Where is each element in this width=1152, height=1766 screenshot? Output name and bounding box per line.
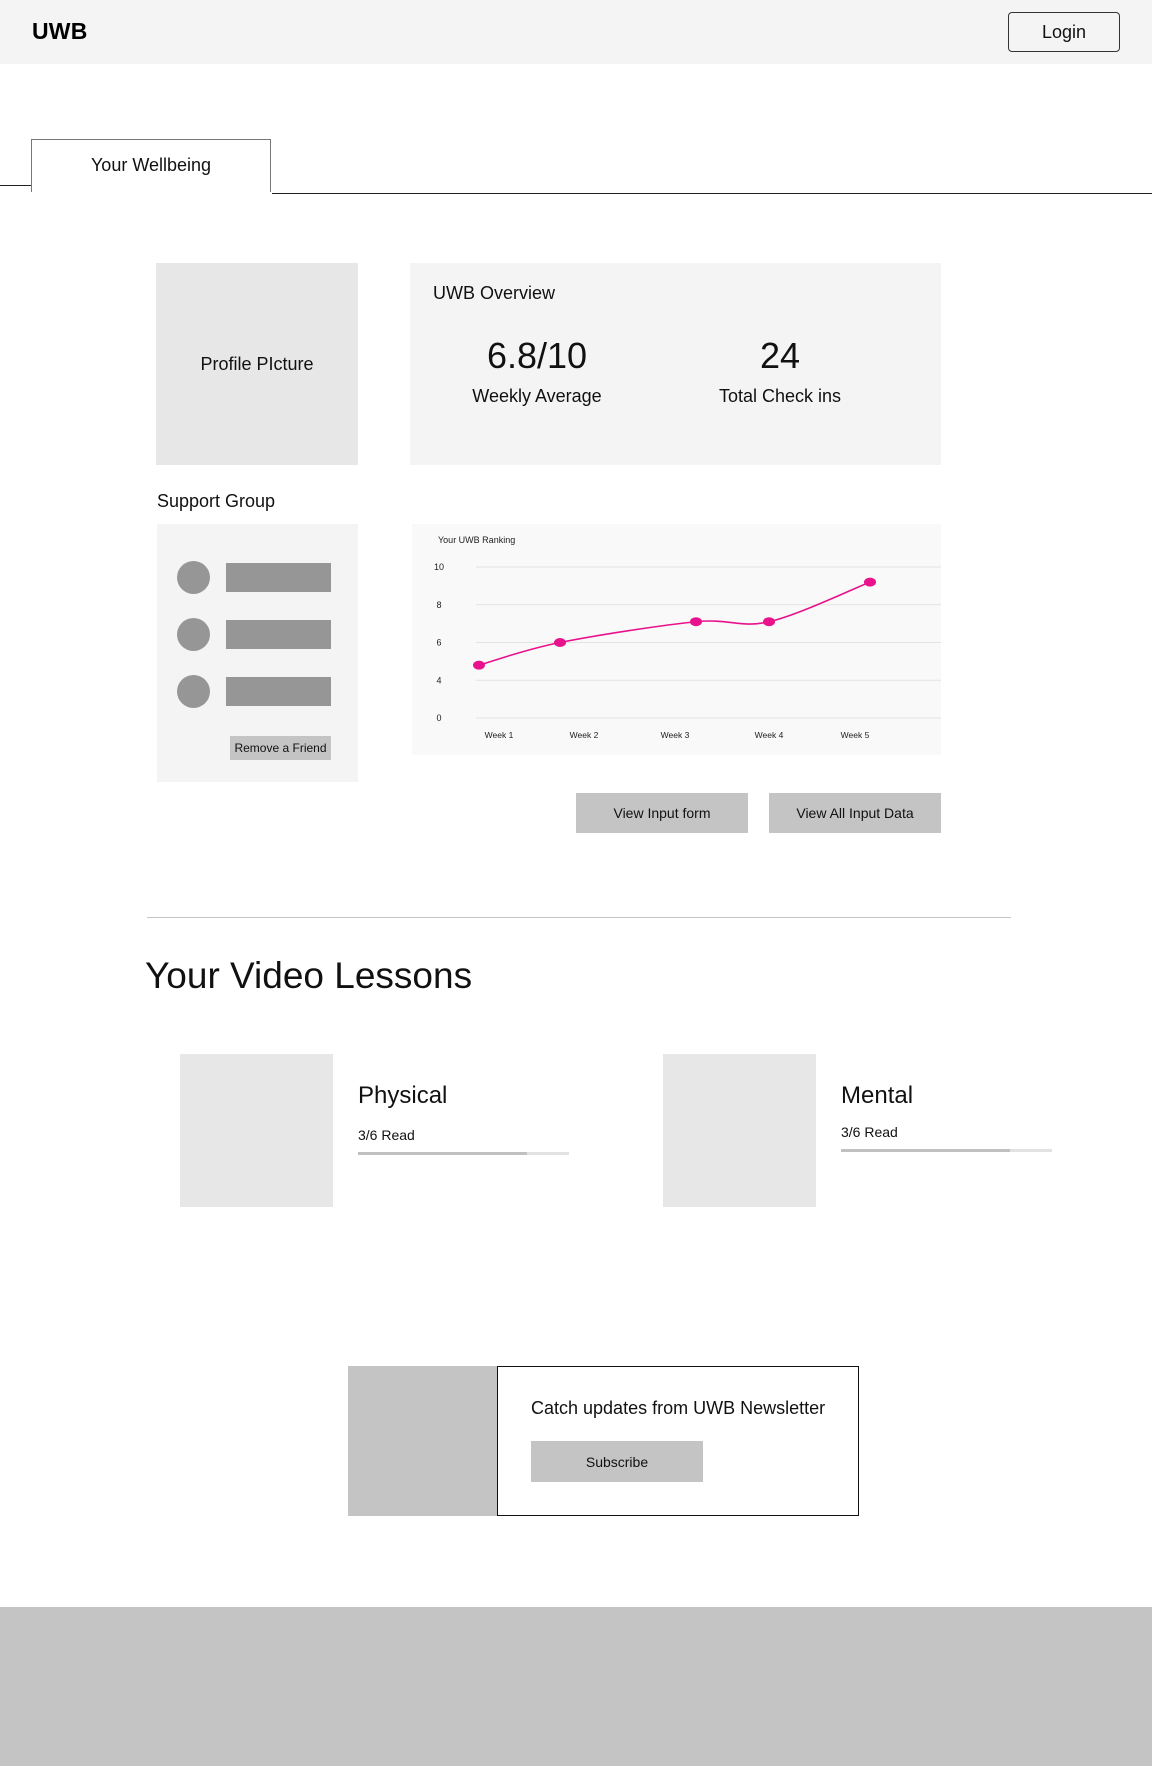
lesson-card-mental[interactable]: Mental 3/6 Read (841, 1082, 1052, 1152)
stat-label: Total Check ins (718, 386, 842, 406)
tab-label: Your Wellbeing (90, 155, 212, 175)
lesson-thumbnail-physical[interactable] (180, 1054, 333, 1207)
x-tick-label: Week 2 (570, 730, 599, 740)
overview-title: UWB Overview (433, 283, 556, 303)
newsletter-box: Catch updates from UWB Newsletter Subscr… (497, 1366, 859, 1516)
lesson-progress-bar (841, 1149, 1052, 1152)
friend-name-placeholder (226, 620, 331, 649)
x-tick-label: Week 1 (485, 730, 514, 740)
data-point[interactable] (864, 577, 876, 587)
subscribe-button[interactable]: Subscribe (531, 1441, 703, 1482)
series-line (478, 581, 871, 666)
chart-title: Your UWB Ranking (438, 535, 515, 545)
friend-name-placeholder (226, 677, 331, 706)
lesson-progress-label: 3/6 Read (358, 1127, 415, 1143)
support-group-title: Support Group (157, 491, 276, 511)
chart-y-axis: 0 4 6 8 10 (434, 562, 444, 723)
friend-avatar (177, 618, 210, 651)
friend-list-item[interactable] (177, 561, 331, 594)
data-point[interactable] (554, 638, 566, 647)
x-tick-label: Week 5 (841, 730, 870, 740)
view-input-form-button[interactable]: View Input form (576, 793, 748, 833)
y-tick-label: 0 (436, 713, 441, 723)
video-lessons-title: Your Video Lessons (145, 955, 473, 996)
tab-bar-divider-left (0, 185, 31, 186)
newsletter-text: Catch updates from UWB Newsletter (531, 1398, 826, 1418)
chart-gridlines (476, 566, 941, 719)
support-group-panel: Remove a Friend (157, 524, 358, 782)
remove-friend-button[interactable]: Remove a Friend (230, 736, 331, 760)
lesson-progress-bar (358, 1152, 569, 1155)
section-divider (147, 917, 1011, 918)
stat-value: 24 (759, 335, 801, 376)
view-all-input-data-button[interactable]: View All Input Data (769, 793, 941, 833)
y-tick-label: 10 (434, 562, 444, 572)
stat-value: 6.8/10 (486, 335, 588, 376)
footer (0, 1607, 1152, 1766)
chart-svg: Your UWB Ranking 046810 Week 1 Week 2 Week… (434, 535, 941, 740)
stat-weekly-average: 6.8/10 Weekly Average (417, 336, 657, 407)
login-button[interactable]: Login (1008, 12, 1120, 52)
lesson-card-physical[interactable]: Physical 3/6 Read (358, 1082, 569, 1155)
y-tick-label: 8 (436, 600, 441, 610)
lesson-progress-label: 3/6 Read (841, 1124, 898, 1140)
profile-picture-label: Profile PIcture (200, 353, 314, 374)
tab-your-wellbeing[interactable]: Your Wellbeing (31, 139, 271, 192)
data-point[interactable] (763, 617, 775, 627)
newsletter-image (348, 1366, 498, 1516)
lesson-title: Mental (841, 1082, 914, 1109)
friend-name-placeholder (226, 563, 331, 592)
lesson-thumbnail-mental[interactable] (663, 1054, 816, 1207)
friend-list-item[interactable] (177, 618, 331, 651)
data-point[interactable] (473, 660, 485, 670)
uwb-ranking-chart: Your UWB Ranking 0 4 6 8 10 Week 1 Week 2 Week… (412, 524, 941, 755)
lesson-progress-fill (841, 1149, 1010, 1152)
overview-card: UWB Overview 6.8/10 Weekly Average 24 To… (410, 263, 941, 465)
top-nav-bar: UWB Login (0, 0, 1152, 64)
site-logo[interactable]: UWB (32, 18, 88, 45)
tab-bar-divider-right (272, 193, 1152, 194)
friend-avatar (177, 561, 210, 594)
y-tick-label: 4 (436, 675, 441, 685)
chart-x-axis: Week 1 Week 2 Week 3 Week 4 Week 5 (485, 730, 870, 740)
x-tick-label: Week 4 (755, 730, 784, 740)
profile-picture[interactable]: Profile PIcture (156, 263, 358, 465)
stat-label: Weekly Average (472, 386, 602, 406)
friend-list-item[interactable] (177, 675, 331, 708)
x-tick-label: Week 3 (661, 730, 690, 740)
y-tick-label: 6 (436, 638, 441, 648)
lesson-title: Physical (358, 1082, 448, 1109)
data-point[interactable] (690, 617, 702, 627)
stat-total-check-ins: 24 Total Check ins (660, 336, 900, 407)
lesson-progress-fill (358, 1152, 527, 1155)
friend-avatar (177, 675, 210, 708)
